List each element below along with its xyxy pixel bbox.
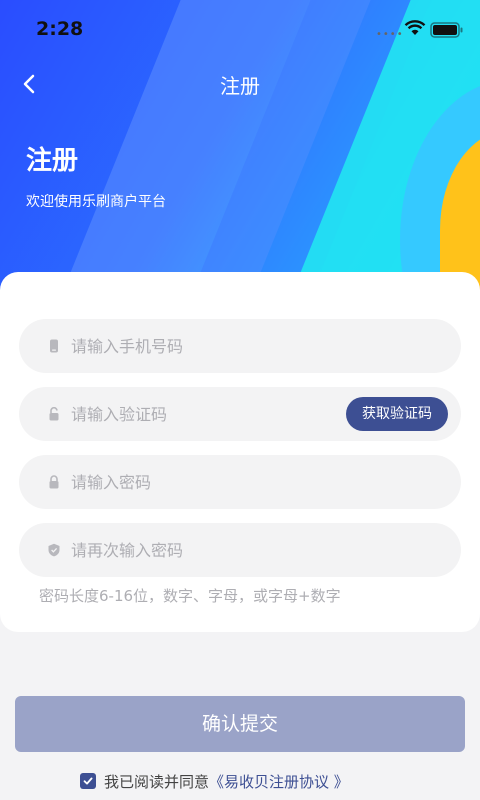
wifi-icon xyxy=(404,20,426,35)
battery-icon xyxy=(430,22,463,38)
agreement-row: 我已阅读并同意 《易收贝注册协议 》 xyxy=(80,770,349,792)
confirm-password-field xyxy=(19,523,461,577)
code-field: 获取验证码 xyxy=(19,387,461,441)
checkmark-icon xyxy=(83,777,93,785)
agreement-text: 我已阅读并同意 xyxy=(104,772,210,791)
password-hint: 密码长度6-16位，数字、字母，或字母+数字 xyxy=(39,587,341,605)
submit-button[interactable]: 确认提交 xyxy=(15,696,465,752)
status-bar: 2:28 •••• xyxy=(0,0,480,56)
status-time: 2:28 xyxy=(36,18,84,40)
shield-icon xyxy=(48,543,60,557)
code-input[interactable] xyxy=(71,387,351,441)
register-form-card: 获取验证码 密码长度6-16位，数字、字母，或字母+数字 xyxy=(0,272,480,632)
nav-bar: 注册 xyxy=(0,58,480,110)
signal-dots: •••• xyxy=(376,29,404,40)
get-code-button[interactable]: 获取验证码 xyxy=(346,397,448,431)
page-title: 注册 xyxy=(220,74,260,98)
unlock-icon xyxy=(49,407,59,421)
password-input[interactable] xyxy=(71,455,351,509)
phone-field xyxy=(19,319,461,373)
password-field xyxy=(19,455,461,509)
phone-icon xyxy=(50,339,58,353)
lock-icon xyxy=(49,475,59,489)
confirm-password-input[interactable] xyxy=(71,523,351,577)
agreement-checkbox[interactable] xyxy=(80,773,96,789)
agreement-link[interactable]: 《易收贝注册协议 》 xyxy=(209,771,349,792)
hero-title: 注册 xyxy=(26,146,79,176)
phone-input[interactable] xyxy=(71,319,351,373)
hero-subtitle: 欢迎使用乐刷商户平台 xyxy=(26,194,166,210)
